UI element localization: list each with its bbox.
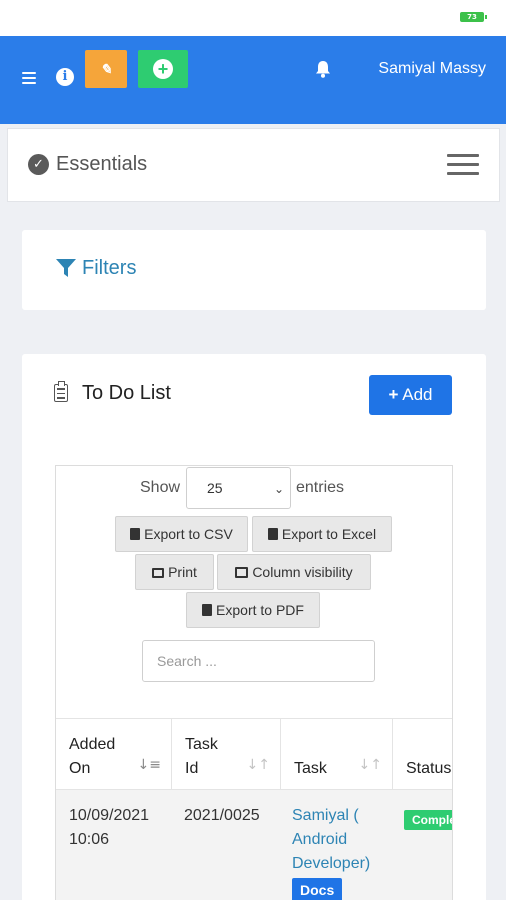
todo-card: To Do List + Add Show 25 ⌄ entries Expor… xyxy=(22,354,486,900)
export-pdf-button[interactable]: Export to PDF xyxy=(186,592,320,628)
entries-control: Show 25 ⌄ entries xyxy=(56,466,452,509)
filters-title[interactable]: Filters xyxy=(82,257,136,280)
print-icon xyxy=(152,568,165,578)
column-task[interactable]: Task ↓↑ xyxy=(281,719,393,791)
export-excel-button[interactable]: Export to Excel xyxy=(252,516,392,552)
add-button-label: Add xyxy=(402,385,433,404)
show-label: Show xyxy=(140,479,181,496)
check-circle-icon: ✓ xyxy=(28,154,49,175)
export-csv-label: Export to CSV xyxy=(144,526,233,542)
file-pdf-icon xyxy=(202,604,213,616)
chevron-down-icon: ⌄ xyxy=(273,482,284,496)
page-title: Essentials xyxy=(56,153,148,175)
quick-action-button[interactable]: ✎ xyxy=(85,50,127,88)
sort-icon: ↓↑ xyxy=(358,757,382,773)
print-button[interactable]: Print xyxy=(135,554,214,590)
column-status[interactable]: Status xyxy=(393,719,452,791)
export-csv-button[interactable]: Export to CSV xyxy=(115,516,248,552)
column-task-id[interactable]: Task Id ↓↑ xyxy=(172,719,281,791)
top-bar xyxy=(0,36,506,124)
sort-desc-icon: ↓≡ xyxy=(137,757,161,773)
hamburger-menu-icon[interactable] xyxy=(447,154,479,181)
todo-table-wrapper: Show 25 ⌄ entries Export to CSV Export t… xyxy=(55,465,453,900)
column-visibility-button[interactable]: Column visibility xyxy=(217,554,371,590)
cell-task-link[interactable]: Samiyal ( Android Developer) xyxy=(292,804,384,876)
entries-select[interactable]: 25 ⌄ xyxy=(186,467,291,509)
plus-circle-icon: + xyxy=(153,59,173,79)
clipboard-icon xyxy=(54,381,68,402)
print-label: Print xyxy=(168,564,197,580)
table-header: Added On ↓≡ Task Id ↓↑ Task ↓↑ Status xyxy=(56,718,452,791)
status-bar: 73 xyxy=(0,0,506,36)
bell-icon[interactable] xyxy=(315,60,331,78)
table-row[interactable]: 10/09/2021 10:06 2021/0025 Samiyal ( And… xyxy=(56,790,452,900)
todo-title: To Do List xyxy=(82,382,171,404)
filters-card[interactable]: Filters xyxy=(22,230,486,310)
info-icon[interactable]: i xyxy=(56,68,74,86)
plus-icon: + xyxy=(388,385,399,404)
column-label: Added On xyxy=(69,736,116,777)
essentials-header: ✓ Essentials xyxy=(7,128,500,202)
docs-badge[interactable]: Docs xyxy=(292,878,343,900)
export-excel-label: Export to Excel xyxy=(281,526,377,542)
column-visibility-label: Column visibility xyxy=(252,564,353,580)
battery-icon: 73 xyxy=(460,12,487,22)
cell-task-id: 2021/0025 xyxy=(184,807,260,824)
sort-icon: ↓↑ xyxy=(246,757,270,773)
column-label: Status xyxy=(406,760,452,777)
search-input[interactable]: Search ... xyxy=(142,640,375,682)
export-pdf-label: Export to PDF xyxy=(216,602,304,618)
edit-icon: ✎ xyxy=(100,61,112,77)
columns-icon xyxy=(235,567,249,578)
add-task-button[interactable]: + Add xyxy=(369,375,452,415)
status-badge: Completed xyxy=(404,810,452,830)
file-csv-icon xyxy=(130,528,141,540)
column-label: Task xyxy=(294,760,327,777)
column-added-on[interactable]: Added On ↓≡ xyxy=(56,719,172,791)
cell-added-on: 10/09/2021 10:06 xyxy=(69,807,150,848)
entries-value: 25 xyxy=(207,480,223,496)
filter-icon xyxy=(56,259,76,277)
menu-icon[interactable] xyxy=(22,72,36,87)
add-new-button[interactable]: + xyxy=(138,50,188,88)
search-placeholder: Search ... xyxy=(157,653,217,669)
file-excel-icon xyxy=(267,528,278,540)
user-name[interactable]: Samiyal Massy xyxy=(378,60,486,78)
entries-label: entries xyxy=(296,479,345,496)
column-label: Task Id xyxy=(185,736,218,777)
